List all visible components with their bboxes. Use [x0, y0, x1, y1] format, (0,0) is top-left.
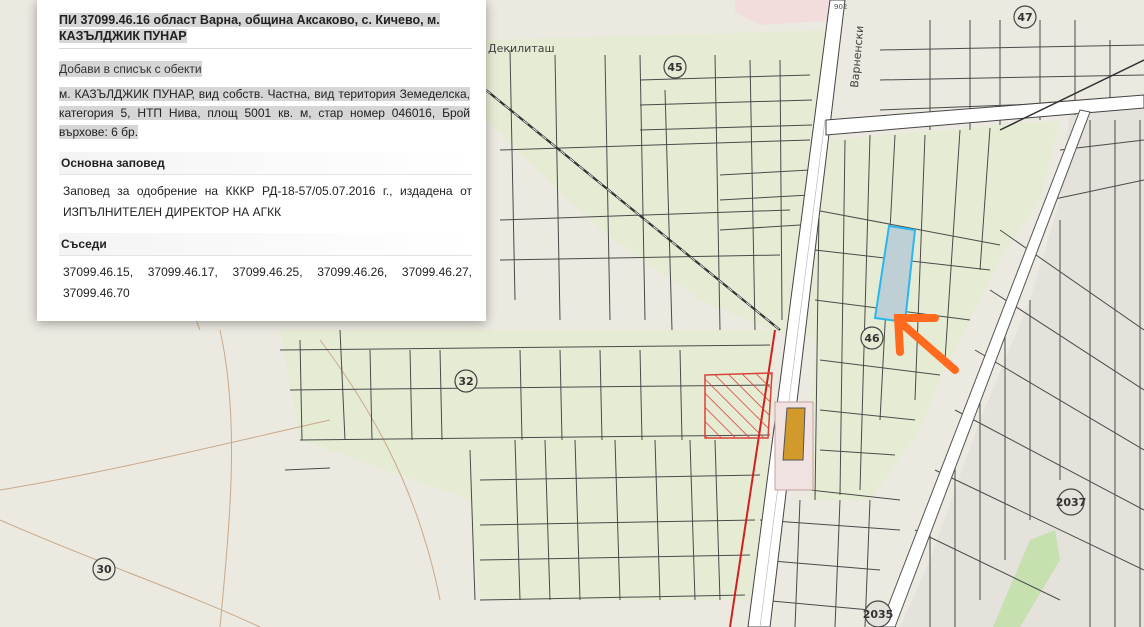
- svg-text:46: 46: [864, 332, 880, 345]
- map-viewport[interactable]: Декилиташ Варненски 902 47 45 46 32 30 2…: [0, 0, 1144, 627]
- main-order-text: Заповед за одобрение на КККР РД-18-57/05…: [63, 184, 472, 219]
- place-label: Декилиташ: [488, 42, 555, 55]
- parcel-description: м. КАЗЪЛДЖИК ПУНАР, вид собств. Частна, …: [59, 87, 470, 139]
- road-number: 902: [834, 3, 847, 11]
- neighbors-header: Съседи: [59, 233, 472, 256]
- svg-text:32: 32: [458, 375, 473, 388]
- area-badge: 45: [663, 55, 687, 79]
- svg-text:45: 45: [667, 61, 682, 74]
- svg-text:30: 30: [96, 563, 112, 576]
- main-order-header: Основна заповед: [59, 152, 472, 175]
- area-badge: 30: [92, 557, 116, 581]
- svg-text:2037: 2037: [1056, 496, 1087, 509]
- area-badge: 47: [1013, 5, 1037, 29]
- parcel-info-panel: ПИ 37099.46.16 област Варна, община Акса…: [37, 0, 486, 321]
- svg-text:47: 47: [1017, 11, 1032, 24]
- svg-text:2035: 2035: [863, 608, 894, 621]
- neighbors-list: 37099.46.15, 37099.46.17, 37099.46.25, 3…: [63, 265, 472, 300]
- area-badge: 32: [454, 369, 478, 393]
- area-badge: 46: [860, 326, 884, 350]
- parcel-title: ПИ 37099.46.16 област Варна, община Акса…: [59, 12, 472, 49]
- orange-building: [774, 401, 814, 491]
- add-to-list-link[interactable]: Добави в списък с обекти: [59, 61, 202, 77]
- hatched-parcel[interactable]: [704, 372, 773, 439]
